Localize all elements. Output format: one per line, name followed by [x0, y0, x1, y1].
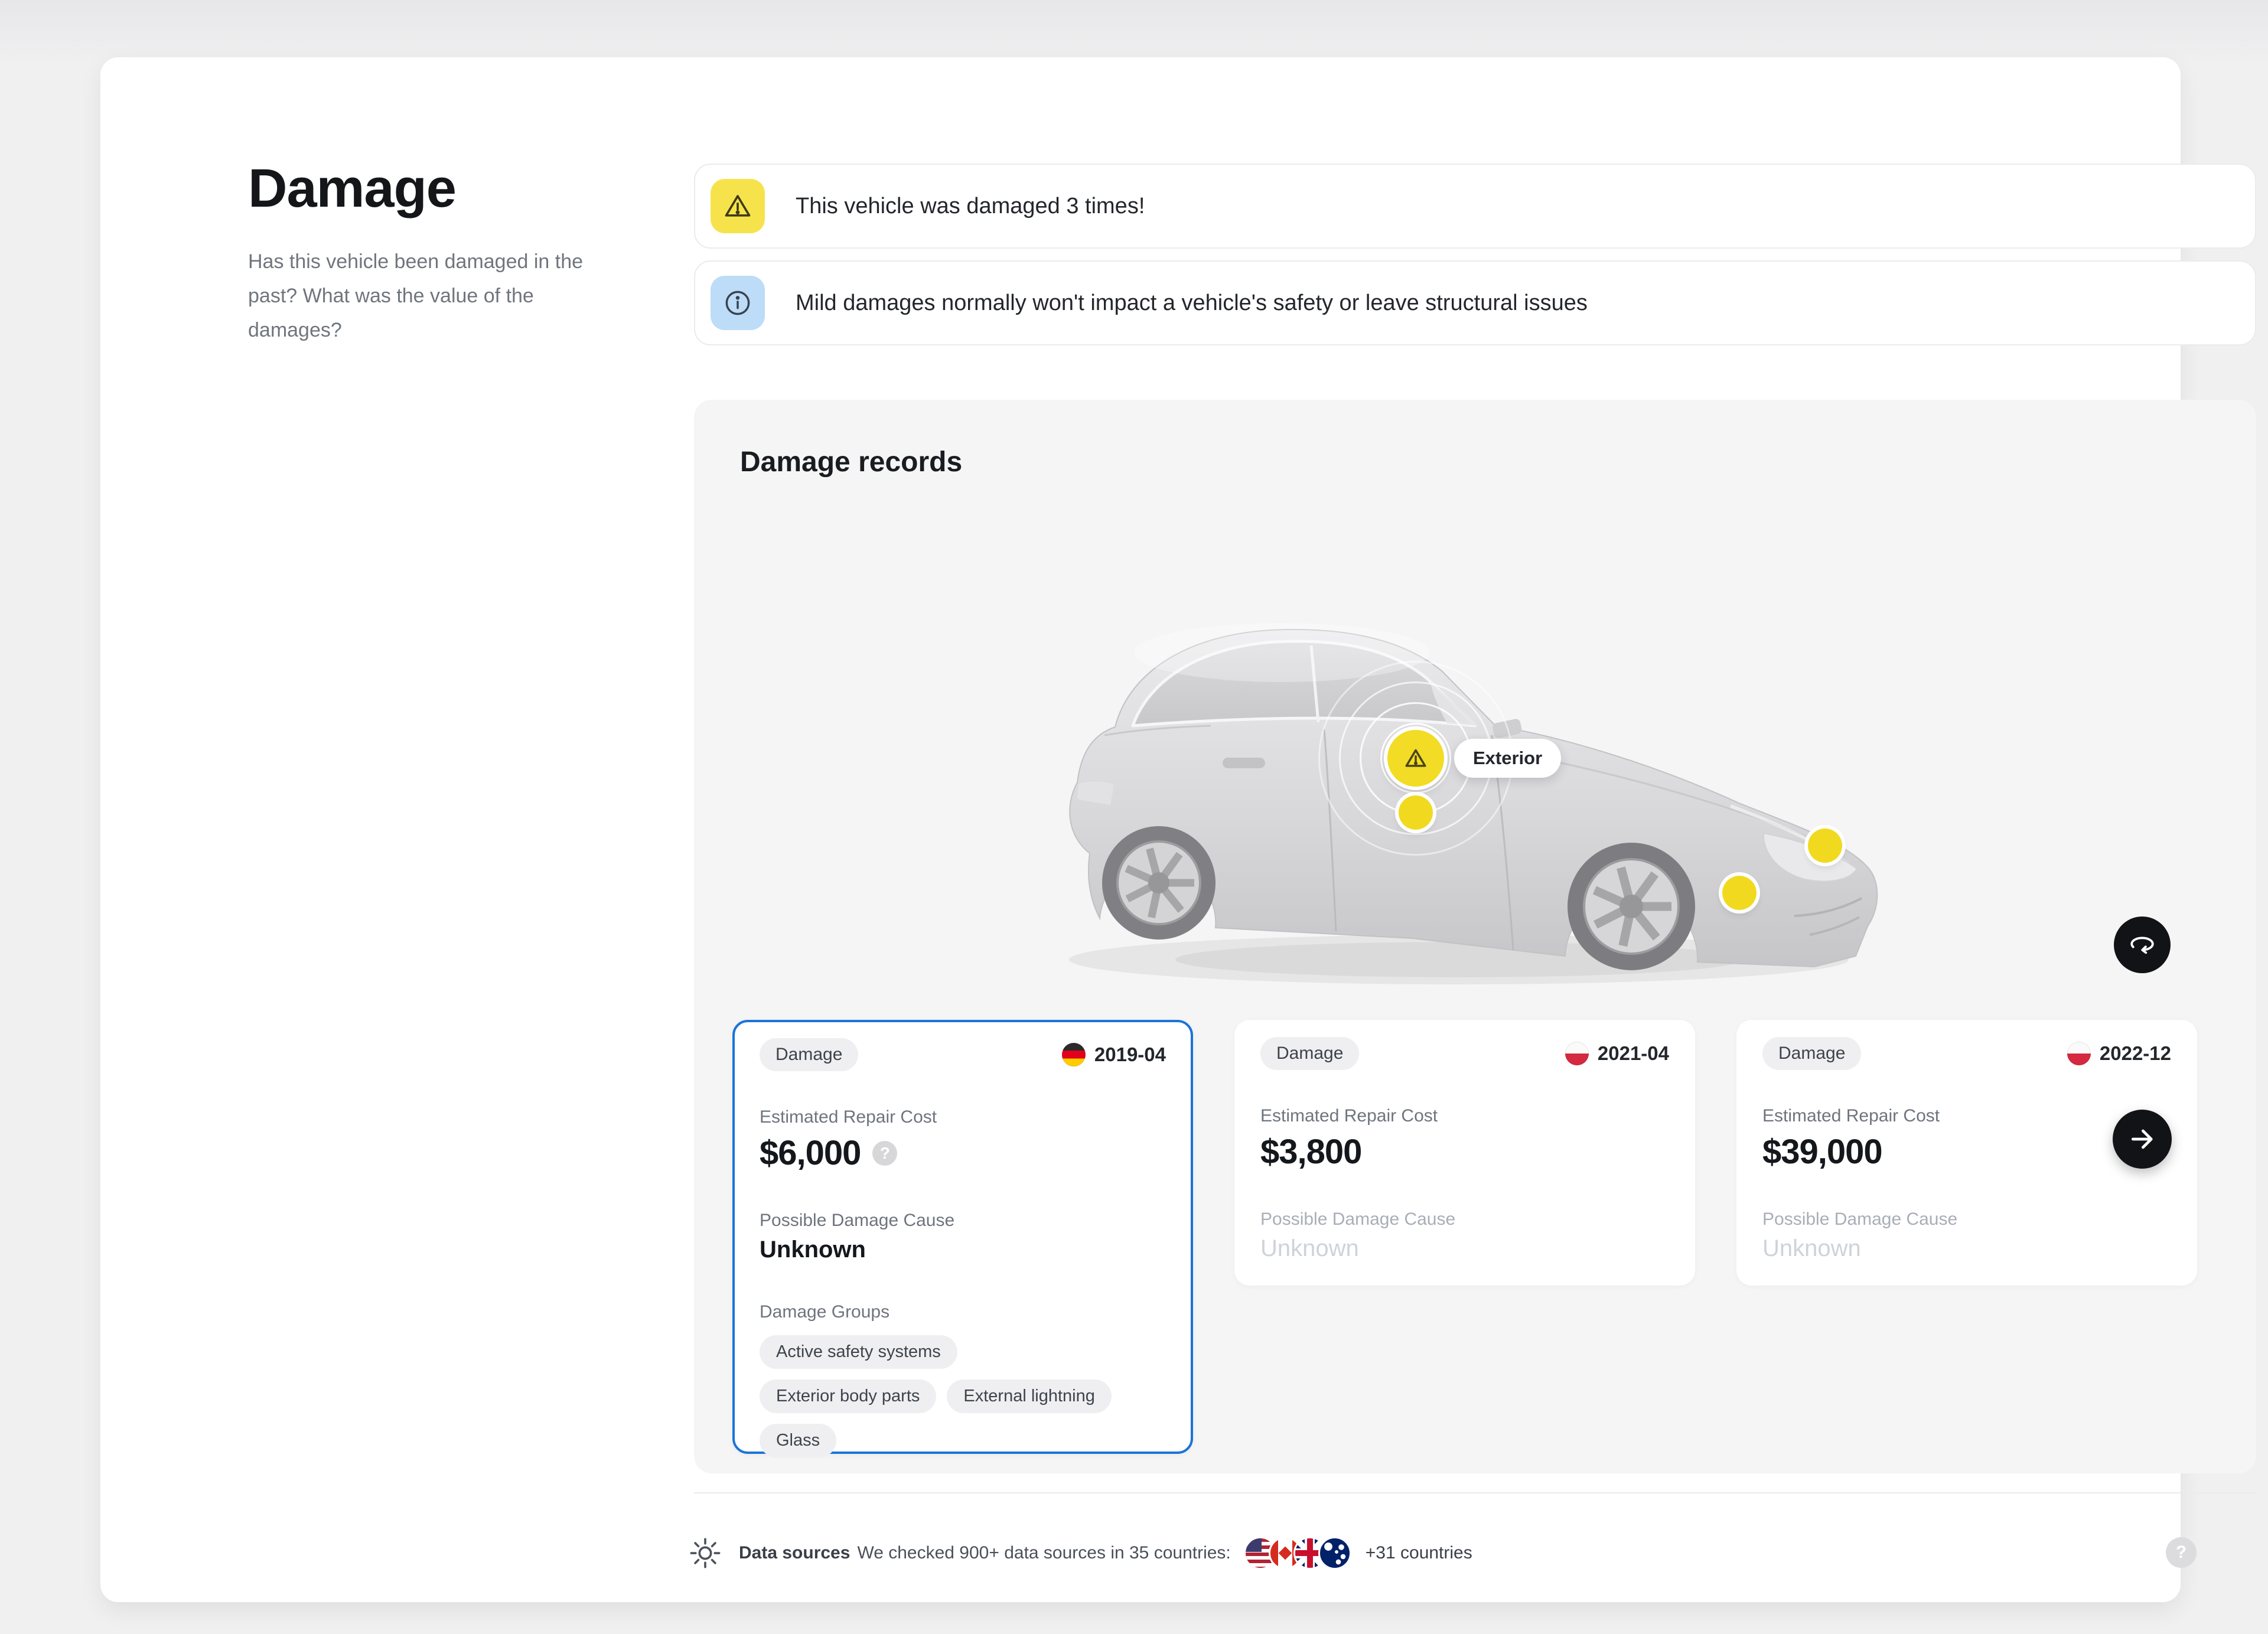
data-sources-footer: Data sources We checked 900+ data source…	[688, 1532, 2253, 1574]
poland-flag-icon	[1565, 1042, 1589, 1065]
damage-cause-label: Possible Damage Cause	[1762, 1209, 2171, 1229]
damage-card-2021[interactable]: Damage 2021-04 Estimated Repair Cost $3,…	[1234, 1020, 1695, 1286]
damage-dot-headlight[interactable]	[1808, 829, 1842, 863]
poland-flag-icon	[2067, 1042, 2091, 1065]
country-flags	[1244, 1537, 1351, 1570]
info-banner-text: Mild damages normally won't impact a veh…	[796, 291, 1588, 316]
damage-cause-value: Unknown	[1260, 1235, 1669, 1262]
damage-group-tag: Exterior body parts	[760, 1379, 936, 1413]
damage-cause-label: Possible Damage Cause	[760, 1211, 1166, 1231]
damage-records-panel: Damage records	[694, 400, 2256, 1473]
damage-badge: Damage	[1260, 1037, 1359, 1070]
damage-date: 2019-04	[1094, 1043, 1166, 1066]
repair-cost-value: $39,000	[1762, 1132, 1882, 1172]
damage-section-card: Damage Has this vehicle been damaged in …	[100, 57, 2181, 1602]
vehicle-damage-diagram: Exterior	[1034, 577, 1908, 990]
data-sources-icon	[688, 1536, 722, 1570]
cost-help-icon[interactable]: ?	[872, 1141, 897, 1166]
data-sources-label: Data sources	[739, 1543, 850, 1563]
damage-group-tag: Glass	[760, 1424, 836, 1457]
damage-date-row: 2021-04	[1565, 1042, 1669, 1065]
exterior-tooltip: Exterior	[1454, 739, 1561, 778]
damage-cause-value: Unknown	[1762, 1235, 2171, 1262]
help-icon[interactable]: ?	[2166, 1537, 2197, 1568]
exterior-tooltip-label: Exterior	[1473, 748, 1542, 769]
damage-marker-exterior[interactable]	[1387, 730, 1444, 787]
damage-groups-label: Damage Groups	[760, 1302, 1166, 1322]
damage-cause-label: Possible Damage Cause	[1260, 1209, 1669, 1229]
germany-flag-icon	[1062, 1043, 1086, 1066]
damage-groups-list: Active safety systems Exterior body part…	[760, 1335, 1126, 1457]
damage-badge: Damage	[760, 1038, 858, 1071]
info-banner: Mild damages normally won't impact a veh…	[694, 260, 2256, 345]
damage-card-2019[interactable]: Damage 2019-04 Estimated Repair Cost $6,…	[732, 1020, 1193, 1454]
damage-date-row: 2019-04	[1062, 1043, 1166, 1066]
damage-cause-value: Unknown	[760, 1237, 1166, 1263]
vehicle-history-damage-page: Damage Has this vehicle been damaged in …	[0, 0, 2268, 1634]
data-sources-text: We checked 900+ data sources in 35 count…	[857, 1543, 1230, 1563]
repair-cost-label: Estimated Repair Cost	[760, 1107, 1166, 1127]
repair-cost-value: $3,800	[1260, 1132, 1361, 1172]
repair-cost-label: Estimated Repair Cost	[1762, 1106, 2171, 1126]
top-gradient	[0, 0, 2268, 65]
damage-dot-bumper[interactable]	[1722, 876, 1757, 910]
damage-dot-door[interactable]	[1399, 795, 1433, 830]
damage-records-title: Damage records	[740, 446, 962, 478]
info-circle-icon	[711, 276, 765, 330]
more-countries-label: +31 countries	[1366, 1543, 1472, 1563]
australia-flag-icon	[1318, 1537, 1351, 1570]
damage-group-tag: External lightning	[947, 1379, 1111, 1413]
repair-cost-label: Estimated Repair Cost	[1260, 1106, 1669, 1126]
page-title: Damage	[248, 158, 456, 220]
damage-date-row: 2022-12	[2067, 1042, 2171, 1065]
damage-group-tag: Active safety systems	[760, 1335, 957, 1369]
next-records-button[interactable]	[2113, 1110, 2172, 1169]
warning-banner-text: This vehicle was damaged 3 times!	[796, 194, 1145, 219]
repair-cost-value: $6,000	[760, 1133, 861, 1173]
warning-banner: This vehicle was damaged 3 times!	[694, 164, 2256, 249]
damage-date: 2021-04	[1598, 1042, 1669, 1065]
rotate-view-button[interactable]	[2114, 917, 2171, 973]
footer-divider	[694, 1492, 2256, 1493]
damage-badge: Damage	[1762, 1037, 1861, 1070]
damage-date: 2022-12	[2100, 1042, 2171, 1065]
page-description: Has this vehicle been damaged in the pas…	[248, 245, 614, 347]
warning-triangle-icon	[711, 179, 765, 233]
